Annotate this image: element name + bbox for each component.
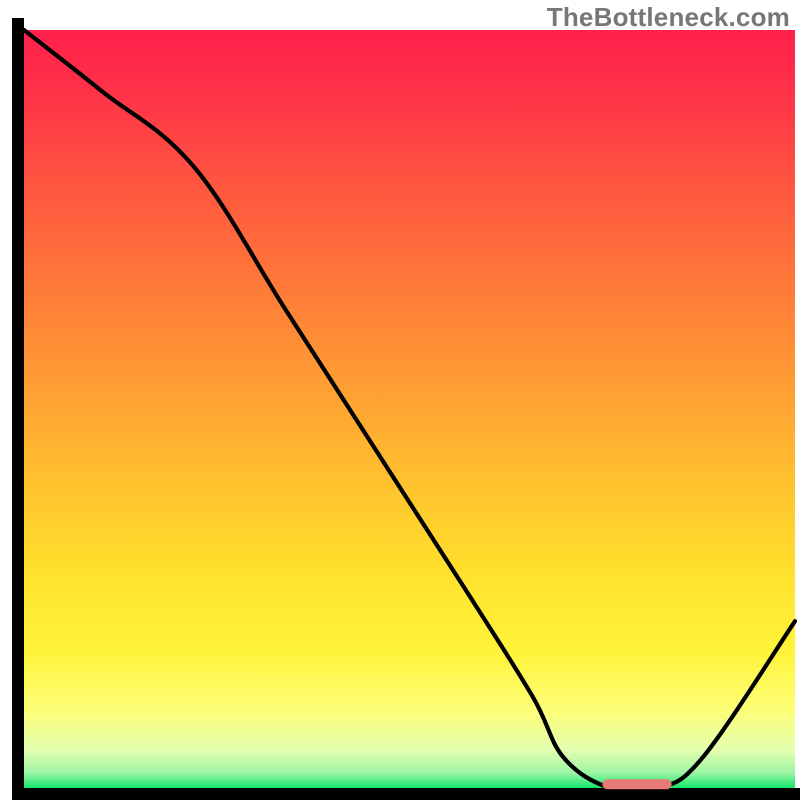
x-axis	[12, 788, 800, 800]
chart-root: { "watermark": "TheBottleneck.com", "cha…	[0, 0, 800, 800]
plot-background	[24, 30, 795, 788]
chart-svg	[0, 0, 800, 800]
optimal-marker	[602, 779, 671, 789]
watermark-text: TheBottleneck.com	[547, 2, 790, 33]
y-axis	[12, 18, 24, 800]
